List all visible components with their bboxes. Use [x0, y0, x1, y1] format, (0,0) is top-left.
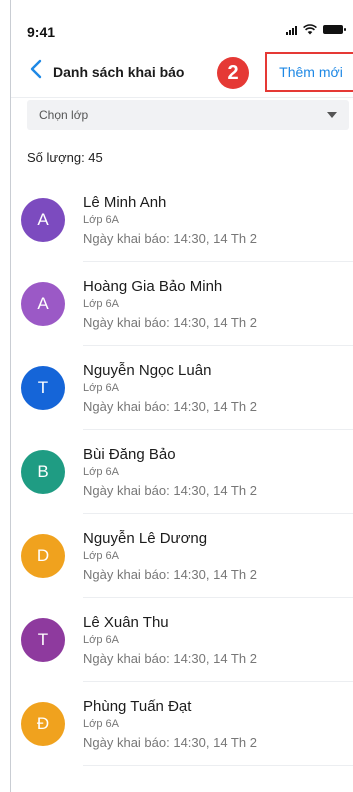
student-list: A Lê Minh Anh Lớp 6A Ngày khai báo: 14:3…: [11, 178, 353, 766]
student-name: Nguyễn Lê Dương: [83, 530, 208, 547]
step-badge: 2: [217, 57, 249, 89]
list-item[interactable]: T Lê Xuân Thu Lớp 6A Ngày khai báo: 14:3…: [11, 598, 353, 682]
student-class: Lớp 6A: [83, 298, 119, 310]
list-item-info: Lê Xuân Thu Lớp 6A Ngày khai báo: 14:30,…: [83, 614, 353, 682]
student-name: Lê Xuân Thu: [83, 614, 169, 631]
class-select-placeholder: Chọn lớp: [39, 108, 89, 122]
add-new-button[interactable]: Thêm mới: [265, 52, 353, 92]
avatar: T: [21, 618, 65, 662]
list-item-info: Nguyễn Ngọc Luân Lớp 6A Ngày khai báo: 1…: [83, 362, 353, 430]
class-select[interactable]: Chọn lớp: [27, 100, 349, 130]
student-name: Lê Minh Anh: [83, 194, 167, 211]
chevron-left-icon: [30, 59, 42, 79]
declaration-date: Ngày khai báo: 14:30, 14 Th 2: [83, 483, 257, 498]
avatar: B: [21, 450, 65, 494]
battery-icon: [323, 25, 346, 34]
avatar: D: [21, 534, 65, 578]
student-count: Số lượng: 45: [27, 150, 103, 165]
student-class: Lớp 6A: [83, 718, 119, 730]
student-class: Lớp 6A: [83, 550, 119, 562]
avatar: A: [21, 282, 65, 326]
avatar: Đ: [21, 702, 65, 746]
student-name: Hoàng Gia Bảo Minh: [83, 278, 223, 295]
student-class: Lớp 6A: [83, 382, 119, 394]
list-item[interactable]: A Lê Minh Anh Lớp 6A Ngày khai báo: 14:3…: [11, 178, 353, 262]
status-bar: 9:41: [11, 0, 353, 42]
page-title: Danh sách khai báo: [53, 64, 185, 80]
declaration-date: Ngày khai báo: 14:30, 14 Th 2: [83, 567, 257, 582]
student-name: Nguyễn Ngọc Luân: [83, 362, 212, 379]
nav-bar: Danh sách khai báo 2 Thêm mới: [11, 42, 353, 98]
status-icons: [286, 24, 346, 35]
list-item-info: Nguyễn Lê Dương Lớp 6A Ngày khai báo: 14…: [83, 530, 353, 598]
student-class: Lớp 6A: [83, 466, 119, 478]
status-time: 9:41: [27, 24, 56, 40]
phone-screen: 9:41 Danh sách khai báo 2 Thêm mới Chọn …: [10, 0, 353, 792]
declaration-date: Ngày khai báo: 14:30, 14 Th 2: [83, 651, 257, 666]
avatar: T: [21, 366, 65, 410]
declaration-date: Ngày khai báo: 14:30, 14 Th 2: [83, 399, 257, 414]
list-item-info: Bùi Đăng Bảo Lớp 6A Ngày khai báo: 14:30…: [83, 446, 353, 514]
student-class: Lớp 6A: [83, 214, 119, 226]
list-item[interactable]: A Hoàng Gia Bảo Minh Lớp 6A Ngày khai bá…: [11, 262, 353, 346]
declaration-date: Ngày khai báo: 14:30, 14 Th 2: [83, 231, 257, 246]
caret-down-icon: [327, 112, 337, 118]
declaration-date: Ngày khai báo: 14:30, 14 Th 2: [83, 315, 257, 330]
list-item[interactable]: B Bùi Đăng Bảo Lớp 6A Ngày khai báo: 14:…: [11, 430, 353, 514]
list-item[interactable]: Đ Phùng Tuấn Đạt Lớp 6A Ngày khai báo: 1…: [11, 682, 353, 766]
list-item-info: Hoàng Gia Bảo Minh Lớp 6A Ngày khai báo:…: [83, 278, 353, 346]
student-name: Phùng Tuấn Đạt: [83, 698, 192, 715]
declaration-date: Ngày khai báo: 14:30, 14 Th 2: [83, 735, 257, 750]
wifi-icon: [303, 24, 317, 35]
list-item[interactable]: T Nguyễn Ngọc Luân Lớp 6A Ngày khai báo:…: [11, 346, 353, 430]
list-item-info: Phùng Tuấn Đạt Lớp 6A Ngày khai báo: 14:…: [83, 698, 353, 766]
back-button[interactable]: [25, 56, 47, 82]
list-item[interactable]: D Nguyễn Lê Dương Lớp 6A Ngày khai báo: …: [11, 514, 353, 598]
student-name: Bùi Đăng Bảo: [83, 446, 176, 463]
avatar: A: [21, 198, 65, 242]
student-class: Lớp 6A: [83, 634, 119, 646]
list-item-info: Lê Minh Anh Lớp 6A Ngày khai báo: 14:30,…: [83, 194, 353, 262]
signal-icon: [286, 25, 297, 35]
